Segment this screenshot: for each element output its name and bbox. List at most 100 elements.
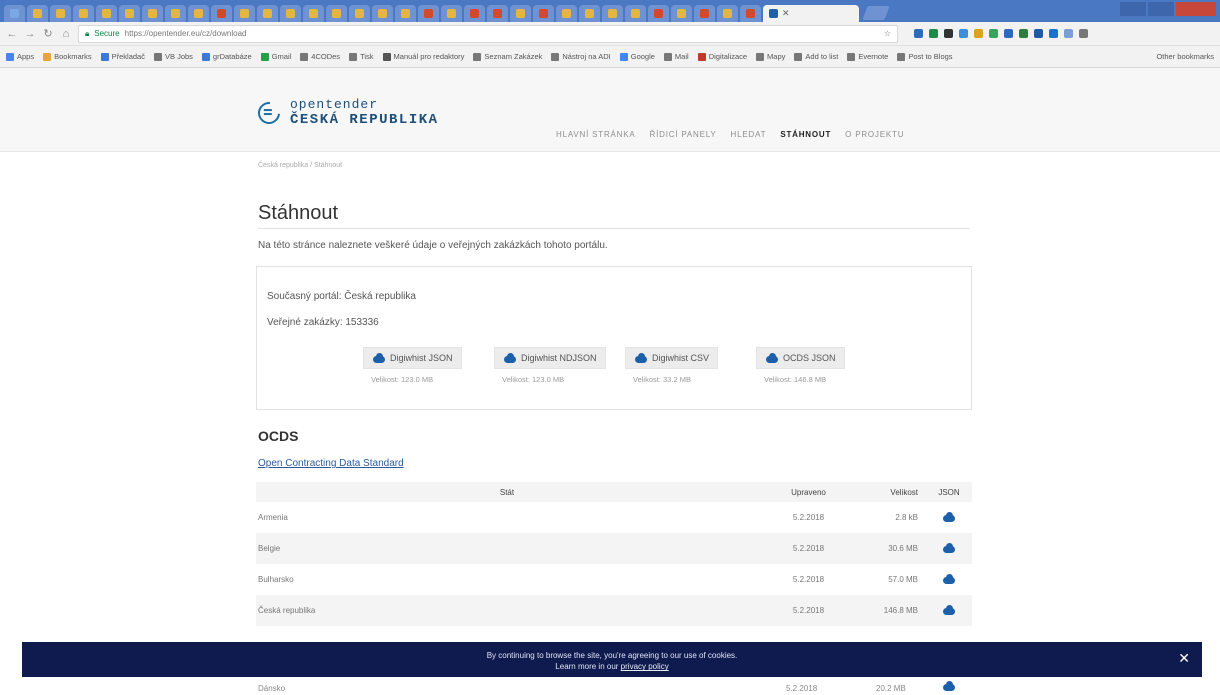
forward-icon[interactable]: → [24,28,36,40]
breadcrumb[interactable]: Česká republika / Stáhnout [258,162,342,169]
nav-item-home[interactable]: HLAVNÍ STRÁNKA [556,130,636,139]
browser-tab[interactable] [280,5,301,22]
browser-tab[interactable] [694,5,715,22]
cloud-download-icon[interactable] [942,604,956,615]
extension-icon[interactable] [929,29,938,38]
browser-tab[interactable] [464,5,485,22]
extension-icon[interactable] [1004,29,1013,38]
download-ndjson-button[interactable]: Digiwhist NDJSON [494,347,606,369]
browser-tab[interactable] [27,5,48,22]
browser-tab[interactable] [487,5,508,22]
nav-item-download[interactable]: STÁHNOUT [780,130,831,139]
browser-tab[interactable] [96,5,117,22]
extension-icon[interactable] [914,29,923,38]
browser-tab[interactable] [556,5,577,22]
privacy-policy-link[interactable]: privacy policy [621,662,669,671]
column-header-updated[interactable]: Upraveno [756,482,861,502]
browser-tab[interactable] [740,5,761,22]
extension-icon[interactable] [989,29,998,38]
close-tab-icon[interactable]: ✕ [782,8,790,19]
browser-tab[interactable] [188,5,209,22]
bookmark-item[interactable]: Manuál pro redaktory [382,52,464,61]
extension-icon[interactable] [1049,29,1058,38]
browser-tab[interactable] [510,5,531,22]
browser-tab[interactable] [418,5,439,22]
minimize-button[interactable] [1120,2,1146,16]
browser-tab[interactable] [349,5,370,22]
bookmark-item[interactable]: Gmail [260,52,291,61]
extension-icon[interactable] [1064,29,1073,38]
home-icon[interactable]: ⌂ [60,28,72,40]
download-ocds-json-button[interactable]: OCDS JSON [756,347,845,369]
bookmark-item[interactable]: Mapy [756,52,785,61]
cloud-download-icon[interactable] [942,573,956,584]
column-header-size[interactable]: Velikost [861,482,926,502]
extension-icon[interactable] [959,29,968,38]
bookmark-item[interactable]: Google [619,52,655,61]
extension-icon[interactable] [974,29,983,38]
browser-tab[interactable] [4,5,25,22]
bookmark-item[interactable]: Mail [663,52,689,61]
browser-tab[interactable] [395,5,416,22]
browser-tab[interactable] [671,5,692,22]
back-icon[interactable]: ← [6,28,18,40]
browser-tab[interactable] [602,5,623,22]
browser-tab[interactable] [73,5,94,22]
cloud-download-icon[interactable] [942,542,956,553]
bookmark-item[interactable]: VB Jobs [153,52,193,61]
extension-icon[interactable] [944,29,953,38]
bookmark-item[interactable]: Seznam Zakázek [473,52,542,61]
browser-tab[interactable] [211,5,232,22]
other-bookmarks[interactable]: Other bookmarks [1153,52,1214,61]
ocds-standard-link[interactable]: Open Contracting Data Standard [258,458,404,469]
reload-icon[interactable]: ↻ [42,27,54,40]
extension-icon[interactable] [1034,29,1043,38]
extension-icon[interactable] [1019,29,1028,38]
menu-icon[interactable] [1079,29,1088,38]
bookmark-item[interactable]: Překladač [100,52,145,61]
close-window-button[interactable] [1176,2,1216,16]
bookmark-item[interactable]: Tisk [349,52,374,61]
browser-tab[interactable] [717,5,738,22]
browser-tab[interactable] [533,5,554,22]
browser-tab[interactable] [303,5,324,22]
browser-tab[interactable] [648,5,669,22]
bookmark-item[interactable]: Bookmarks [43,52,92,61]
cloud-download-icon[interactable] [942,681,956,691]
maximize-button[interactable] [1148,2,1174,16]
bookmark-item[interactable]: 4CODes [300,52,340,61]
bookmark-item[interactable]: Post to Blogs [897,52,953,61]
bookmark-item[interactable]: Digitalizace [697,52,747,61]
browser-tab[interactable] [165,5,186,22]
star-icon[interactable]: ☆ [884,29,891,38]
browser-tab[interactable] [234,5,255,22]
column-header-country[interactable]: Stát [256,482,756,502]
browser-tab[interactable] [579,5,600,22]
lock-icon: 🔒︎ [85,28,90,38]
browser-tab[interactable] [625,5,646,22]
browser-tab[interactable] [372,5,393,22]
site-logo[interactable]: opentender ČESKÁ REPUBLIKA [253,97,439,128]
title-divider [258,228,970,229]
browser-tab[interactable] [257,5,278,22]
bookmark-item[interactable]: Nástroj na ADI [551,52,611,61]
nav-item-search[interactable]: HLEDAT [731,130,767,139]
bookmark-item[interactable]: Evernote [847,52,888,61]
url-input[interactable]: 🔒︎ Secure https://opentender.eu/cz/downl… [78,24,898,43]
new-tab-button[interactable] [862,6,890,20]
nav-item-about[interactable]: O PROJEKTU [845,130,904,139]
download-csv-button[interactable]: Digiwhist CSV [625,347,719,369]
download-json-button[interactable]: Digiwhist JSON [363,347,462,369]
close-icon[interactable]: ✕ [1178,649,1190,669]
nav-item-dashboards[interactable]: ŘÍDICÍ PANELY [650,130,717,139]
browser-tab[interactable] [441,5,462,22]
browser-tab[interactable] [50,5,71,22]
browser-tab[interactable] [142,5,163,22]
bookmark-item[interactable]: Add to list [794,52,838,61]
cloud-download-icon[interactable] [942,511,956,522]
browser-tab[interactable] [326,5,347,22]
browser-tab-active[interactable]: ✕ [763,5,859,22]
bookmark-item[interactable]: Apps [6,52,34,61]
bookmark-item[interactable]: grDatabáze [201,52,252,61]
browser-tab[interactable] [119,5,140,22]
